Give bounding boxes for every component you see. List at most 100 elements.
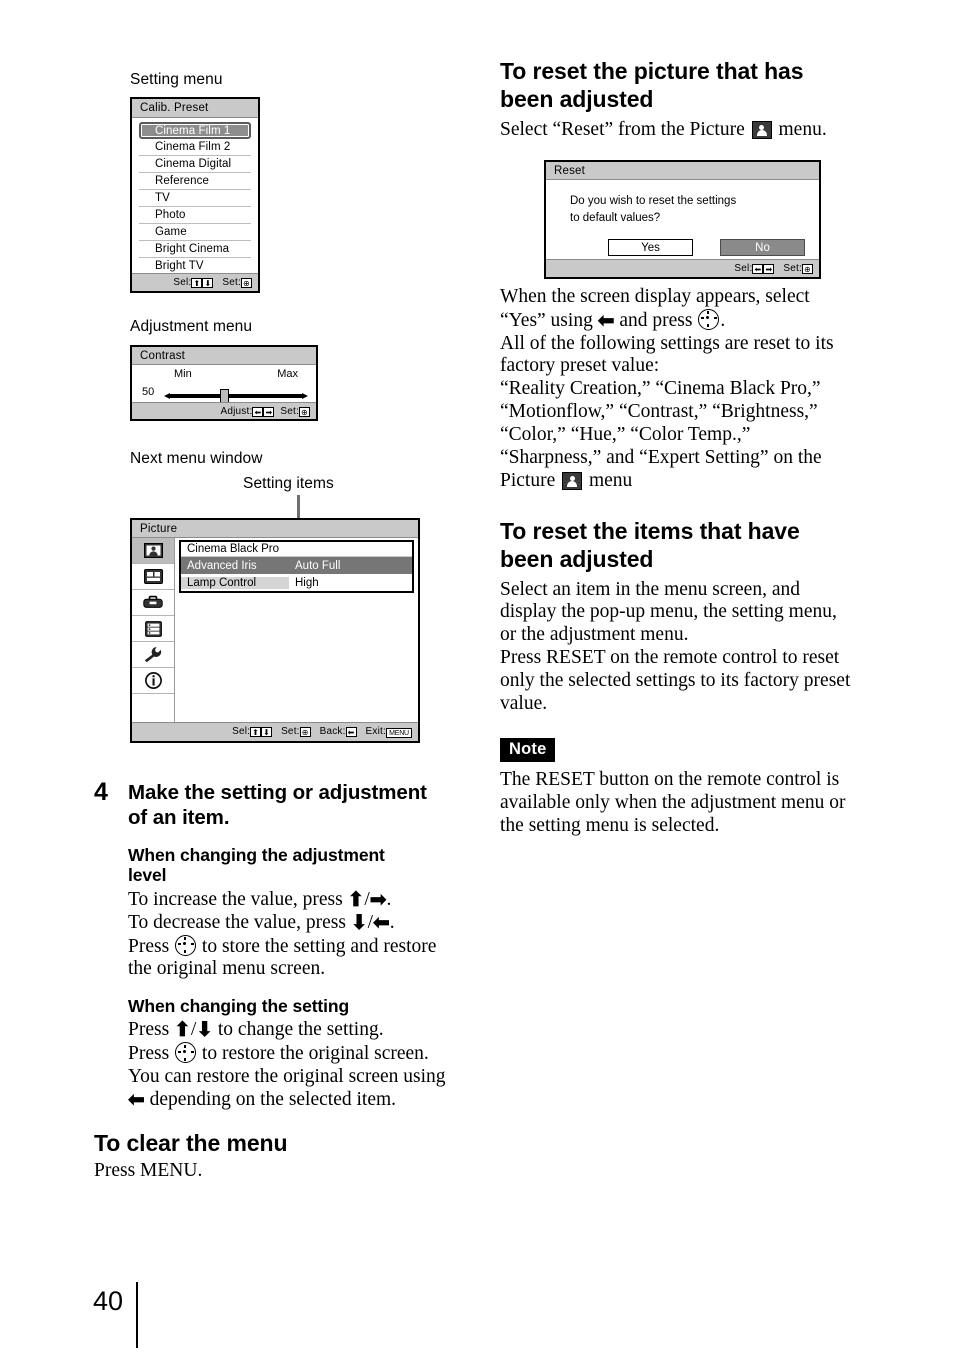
- reset-body-line9: Picture menu: [500, 470, 900, 493]
- reset-items-line6: value.: [500, 692, 548, 714]
- step-4-title: Make the setting or adjustment of an ite…: [128, 780, 474, 830]
- contrast-slider-area[interactable]: Min Max 50: [132, 365, 316, 404]
- reset-body-line7: “Color,” “Hue,” “Color Temp.,”: [500, 423, 751, 445]
- reset-items-line2: display the pop-up menu, the setting men…: [500, 601, 837, 623]
- contrast-min-label: Min: [174, 368, 192, 380]
- reset-picture-block: To reset the picture that has been adjus…: [500, 58, 900, 141]
- calib-preset-title: Calib. Preset: [132, 99, 258, 118]
- function-list-icon[interactable]: [132, 616, 174, 642]
- picture-menu-item-group: Cinema Black Pro Advanced Iris Auto Full…: [179, 540, 414, 593]
- information-icon[interactable]: [132, 668, 174, 694]
- item-lamp-control[interactable]: Lamp Control High: [181, 574, 412, 591]
- item-advanced-iris[interactable]: Advanced Iris Auto Full: [181, 557, 412, 574]
- adjustment-level-block: When changing the adjustment level To in…: [128, 845, 478, 981]
- up-key-icon: ⬆: [250, 727, 262, 737]
- clear-menu-body: Press MENU.: [94, 1159, 203, 1181]
- toolbox-icon[interactable]: [132, 590, 174, 616]
- reset-items-block: To reset the items that have been adjust…: [500, 518, 900, 716]
- reset-dialog-message-line2: to default values?: [570, 211, 661, 224]
- right-key-icon: ➡: [263, 407, 275, 417]
- reset-dialog: Reset Do you wish to reset the settings …: [544, 160, 821, 279]
- reset-body-line2-mid: and press: [614, 309, 698, 331]
- page-footer-rule: [136, 1282, 138, 1348]
- picture-icon[interactable]: [132, 538, 174, 564]
- press-label: Press: [128, 1019, 175, 1041]
- subheading-adjustment-level-line2: level: [128, 865, 167, 886]
- calib-preset-footer: Sel: ⬆ ⬇ Set: ⊕: [132, 273, 258, 291]
- picture-menu-window: Picture Cinema Black Pro Advanced Iris A…: [130, 518, 420, 743]
- calib-item-cinema-film-2[interactable]: Cinema Film 2: [139, 139, 251, 156]
- note-badge: Note: [500, 738, 900, 762]
- reset-items-line5: only the selected settings to its factor…: [500, 669, 851, 691]
- right-key-icon: ➡: [763, 264, 775, 274]
- heading-reset-picture: To reset the picture that has been adjus…: [500, 58, 900, 114]
- contrast-adjustment-menu: Contrast Min Max 50 Adjust: ⬅ ➡ Set: ⊕: [130, 345, 318, 421]
- heading-reset-picture-line1: To reset the picture that has: [500, 58, 804, 84]
- no-button[interactable]: No: [720, 239, 805, 257]
- calib-preset-list: Cinema Film 1 Cinema Film 2 Cinema Digit…: [132, 118, 258, 277]
- item-advanced-iris-label: Advanced Iris: [187, 559, 257, 572]
- reset-body-line8: “Sharpness,” and “Expert Setting” on the: [500, 446, 822, 468]
- note-block: Note The RESET button on the remote cont…: [500, 738, 900, 837]
- calib-footer-sel-label: Sel:: [173, 277, 192, 288]
- reset-items-line3: or the adjustment menu.: [500, 624, 689, 646]
- clear-menu-block: To clear the menu Press MENU.: [94, 1130, 484, 1183]
- back-key-icon: ⬅: [345, 727, 357, 737]
- contrast-slider-track[interactable]: [164, 393, 308, 399]
- calib-item-bright-cinema[interactable]: Bright Cinema: [139, 241, 251, 258]
- reset-dialog-buttons: Yes No: [546, 226, 819, 257]
- slash-separator: /: [364, 888, 370, 910]
- item-cinema-black-pro[interactable]: Cinema Black Pro: [181, 542, 412, 557]
- calib-item-cinema-film-1[interactable]: Cinema Film 1: [139, 122, 251, 139]
- press-enter-store-line: Press to store the setting and restore: [128, 934, 478, 959]
- calib-item-tv[interactable]: TV: [139, 190, 251, 207]
- heading-reset-items-line2: been adjusted: [500, 545, 654, 572]
- note-line2: available only when the adjustment menu …: [500, 791, 846, 813]
- down-key-icon: ⬇: [261, 727, 273, 737]
- item-lamp-control-value: High: [295, 576, 319, 589]
- picture-icon: [562, 471, 583, 490]
- press-enter-store-text: to store the setting and restore: [197, 935, 437, 957]
- calib-item-cinema-digital[interactable]: Cinema Digital: [139, 156, 251, 173]
- press-label: Press: [128, 935, 175, 957]
- enter-key-icon: ⊕: [802, 264, 813, 274]
- press-enter-restore-text: to restore the original screen.: [197, 1043, 429, 1065]
- reset-items-line1: Select an item in the menu screen, and: [500, 578, 800, 600]
- subheading-adjustment-level: When changing the adjustment level: [128, 845, 478, 886]
- period: .: [389, 911, 395, 933]
- rd-footer-set-label: Set:: [783, 263, 802, 274]
- step-4-number: 4: [94, 778, 108, 806]
- press-label: Press: [128, 1043, 175, 1065]
- original-menu-screen-line: the original menu screen.: [128, 958, 326, 980]
- up-key-icon: ⬆: [191, 278, 203, 288]
- item-lamp-control-label: Lamp Control: [181, 576, 289, 589]
- pm-footer-set-label: Set:: [281, 726, 300, 737]
- step-4-title-line2: of an item.: [128, 806, 230, 829]
- reset-body-line6: “Motionflow,” “Contrast,” “Brightness,”: [500, 401, 818, 423]
- installation-wrench-icon[interactable]: [132, 642, 174, 668]
- screen-icon[interactable]: [132, 564, 174, 590]
- heading-reset-items: To reset the items that have been adjust…: [500, 518, 900, 574]
- reset-body-line3: All of the following settings are reset …: [500, 332, 834, 354]
- changing-setting-block: When changing the setting Press ⬆/⬇ to c…: [128, 996, 478, 1112]
- picture-icon: [751, 120, 772, 139]
- pm-footer-sel-label: Sel:: [232, 726, 251, 737]
- rd-footer-sel-label: Sel:: [734, 263, 753, 274]
- heading-reset-picture-line2: been adjusted: [500, 85, 654, 112]
- reset-dialog-footer: Sel: ⬅ ➡ Set: ⊕: [546, 259, 819, 277]
- note-line3: the setting menu is selected.: [500, 814, 720, 836]
- left-arrow-restore-text: depending on the selected item.: [144, 1088, 397, 1110]
- caption-next-menu-window: Next menu window: [130, 450, 263, 467]
- reset-picture-intro-pre: Select “Reset” from the Picture: [500, 118, 750, 140]
- reset-body-line4: factory preset value:: [500, 355, 660, 377]
- calib-item-game[interactable]: Game: [139, 224, 251, 241]
- enter-button-icon: [175, 934, 197, 956]
- reset-picture-body: When the screen display appears, select …: [500, 286, 900, 492]
- decrease-value-text: To decrease the value, press: [128, 911, 351, 933]
- step-4-title-line1: Make the setting or adjustment: [128, 781, 427, 804]
- yes-button[interactable]: Yes: [608, 239, 693, 257]
- reset-body-line5: “Reality Creation,” “Cinema Black Pro,”: [500, 378, 821, 400]
- press-enter-restore-line: Press to restore the original screen.: [128, 1042, 478, 1066]
- calib-item-reference[interactable]: Reference: [139, 173, 251, 190]
- calib-item-photo[interactable]: Photo: [139, 207, 251, 224]
